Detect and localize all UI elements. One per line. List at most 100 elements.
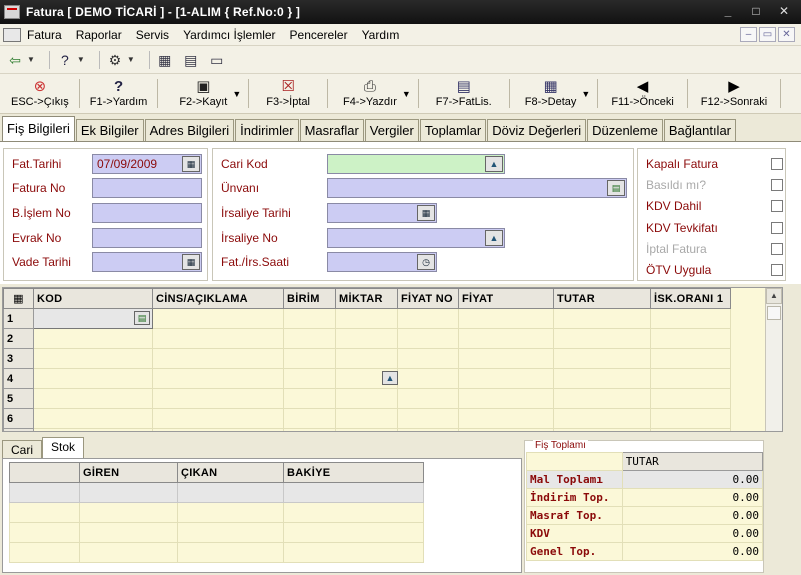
- grid-cell[interactable]: [335, 348, 398, 369]
- b-islem-no-field[interactable]: [92, 203, 202, 223]
- detail-button[interactable]: ▦ F8->Detay: [513, 74, 584, 113]
- menu-raporlar[interactable]: Raporlar: [76, 28, 122, 42]
- tab-ek-bilgiler[interactable]: Ek Bilgiler: [75, 119, 144, 141]
- grid-cell[interactable]: [458, 308, 554, 329]
- kdv-dahil-checkbox[interactable]: [771, 200, 783, 212]
- grid-cell[interactable]: [9, 482, 80, 503]
- quick-window-button[interactable]: ▭: [208, 51, 226, 69]
- quick-tools-button[interactable]: ⚙ ▼: [106, 51, 135, 69]
- grid-cell[interactable]: [152, 428, 284, 431]
- grid-cell[interactable]: [458, 348, 554, 369]
- grid-cell[interactable]: [33, 368, 153, 389]
- grid-cell[interactable]: [335, 308, 398, 329]
- exit-button[interactable]: ⊗ ESC->Çıkış: [4, 74, 76, 113]
- grid-cell[interactable]: [458, 368, 554, 389]
- column-header[interactable]: CİNS/AÇIKLAMA: [152, 288, 284, 309]
- grid-cell[interactable]: [283, 388, 336, 409]
- tab-vergiler[interactable]: Vergiler: [364, 119, 419, 141]
- grid-cell[interactable]: [397, 308, 459, 329]
- mdi-minimize-button[interactable]: –: [740, 27, 757, 42]
- menu-servis[interactable]: Servis: [136, 28, 169, 42]
- grid-cell[interactable]: [553, 328, 651, 349]
- grid-cell[interactable]: [335, 388, 398, 409]
- irsaliye-no-field[interactable]: [327, 228, 505, 248]
- column-header[interactable]: BİRİM: [283, 288, 336, 309]
- tab-baglantilar[interactable]: Bağlantılar: [663, 119, 737, 141]
- column-header[interactable]: MİKTAR: [335, 288, 398, 309]
- grid-scrollbar[interactable]: ▲: [765, 288, 782, 431]
- scroll-thumb[interactable]: [767, 306, 781, 320]
- tab-cari[interactable]: Cari: [2, 440, 43, 458]
- scroll-up-icon[interactable]: ▲: [766, 288, 782, 304]
- grid-corner[interactable]: ▦: [3, 288, 34, 309]
- grid-cell[interactable]: [650, 348, 731, 369]
- grid-cell[interactable]: [553, 348, 651, 369]
- grid-cell[interactable]: [283, 542, 424, 563]
- quick-help-button[interactable]: ? ▼: [56, 51, 85, 69]
- previous-button[interactable]: ◀ F11->Önceki: [601, 74, 683, 113]
- column-header[interactable]: FİYAT NO: [397, 288, 459, 309]
- grid-cell[interactable]: [33, 348, 153, 369]
- grid-cell[interactable]: [9, 542, 80, 563]
- grid-cell[interactable]: [283, 348, 336, 369]
- row-number[interactable]: 3: [3, 348, 34, 369]
- lookup-icon[interactable]: ▲: [485, 156, 503, 172]
- grid-cell[interactable]: [650, 388, 731, 409]
- grid-cell[interactable]: [283, 408, 336, 429]
- cari-kod-field[interactable]: [327, 154, 505, 174]
- grid-cell[interactable]: [33, 428, 153, 431]
- calendar-icon[interactable]: ▦: [417, 205, 435, 221]
- grid-cell[interactable]: [397, 388, 459, 409]
- row-number[interactable]: 4: [3, 368, 34, 389]
- grid-cell[interactable]: [650, 368, 731, 389]
- grid-cell[interactable]: [553, 368, 651, 389]
- kapali-fatura-checkbox[interactable]: [771, 158, 783, 170]
- save-button[interactable]: ▣ F2->Kayıt: [161, 74, 234, 113]
- grid-cell[interactable]: [397, 348, 459, 369]
- print-button[interactable]: ⎙ F4->Yazdır: [331, 74, 404, 113]
- tab-doviz-degerleri[interactable]: Döviz Değerleri: [487, 119, 587, 141]
- grid-cell[interactable]: [152, 328, 284, 349]
- tab-toplamlar[interactable]: Toplamlar: [419, 119, 487, 141]
- help-button[interactable]: ? F1->Yardım: [83, 74, 155, 113]
- mdi-restore-button[interactable]: ▭: [759, 27, 776, 42]
- tab-fis-bilgileri[interactable]: Fiş Bilgileri: [2, 116, 75, 141]
- grid-cell[interactable]: [152, 348, 284, 369]
- maximize-button[interactable]: □: [745, 3, 767, 20]
- lookup-icon[interactable]: ▲: [485, 230, 503, 246]
- grid-cell[interactable]: [283, 482, 424, 503]
- invoice-list-button[interactable]: ▤ F7->FatLis.: [422, 74, 506, 113]
- otv-uygula-checkbox[interactable]: [771, 264, 783, 276]
- grid-cell[interactable]: [335, 328, 398, 349]
- grid-cell[interactable]: [177, 502, 284, 523]
- column-header[interactable]: İSK.ORANI 1: [650, 288, 731, 309]
- grid-cell[interactable]: [79, 502, 178, 523]
- column-header[interactable]: ÇIKAN: [177, 462, 284, 483]
- grid-cell[interactable]: [283, 308, 336, 329]
- grid-cell[interactable]: [397, 428, 459, 431]
- next-button[interactable]: ▶ F12->Sonraki: [691, 74, 777, 113]
- grid-cell[interactable]: [283, 522, 424, 543]
- grid-cell[interactable]: [553, 308, 651, 329]
- close-button[interactable]: ✕: [773, 3, 795, 20]
- grid-cell[interactable]: [650, 328, 731, 349]
- grid-cell[interactable]: [79, 482, 178, 503]
- tab-indirimler[interactable]: İndirimler: [235, 119, 299, 141]
- calendar-icon[interactable]: ▦: [182, 254, 200, 270]
- fatura-no-field[interactable]: [92, 178, 202, 198]
- lookup-icon[interactable]: ▲: [382, 371, 398, 385]
- grid-cell[interactable]: [650, 308, 731, 329]
- row-number[interactable]: 2: [3, 328, 34, 349]
- grid-cell[interactable]: [79, 522, 178, 543]
- row-number[interactable]: 7: [3, 428, 34, 431]
- column-header[interactable]: KOD: [33, 288, 153, 309]
- tab-adres-bilgileri[interactable]: Adres Bilgileri: [144, 119, 235, 141]
- grid-cell[interactable]: [283, 502, 424, 523]
- grid-cell[interactable]: [397, 408, 459, 429]
- grid-cell[interactable]: [177, 522, 284, 543]
- menu-fatura[interactable]: Fatura: [27, 28, 62, 42]
- grid-cell[interactable]: [650, 428, 731, 431]
- unvani-field[interactable]: [327, 178, 627, 198]
- grid-cell[interactable]: [152, 388, 284, 409]
- column-header[interactable]: TUTAR: [553, 288, 651, 309]
